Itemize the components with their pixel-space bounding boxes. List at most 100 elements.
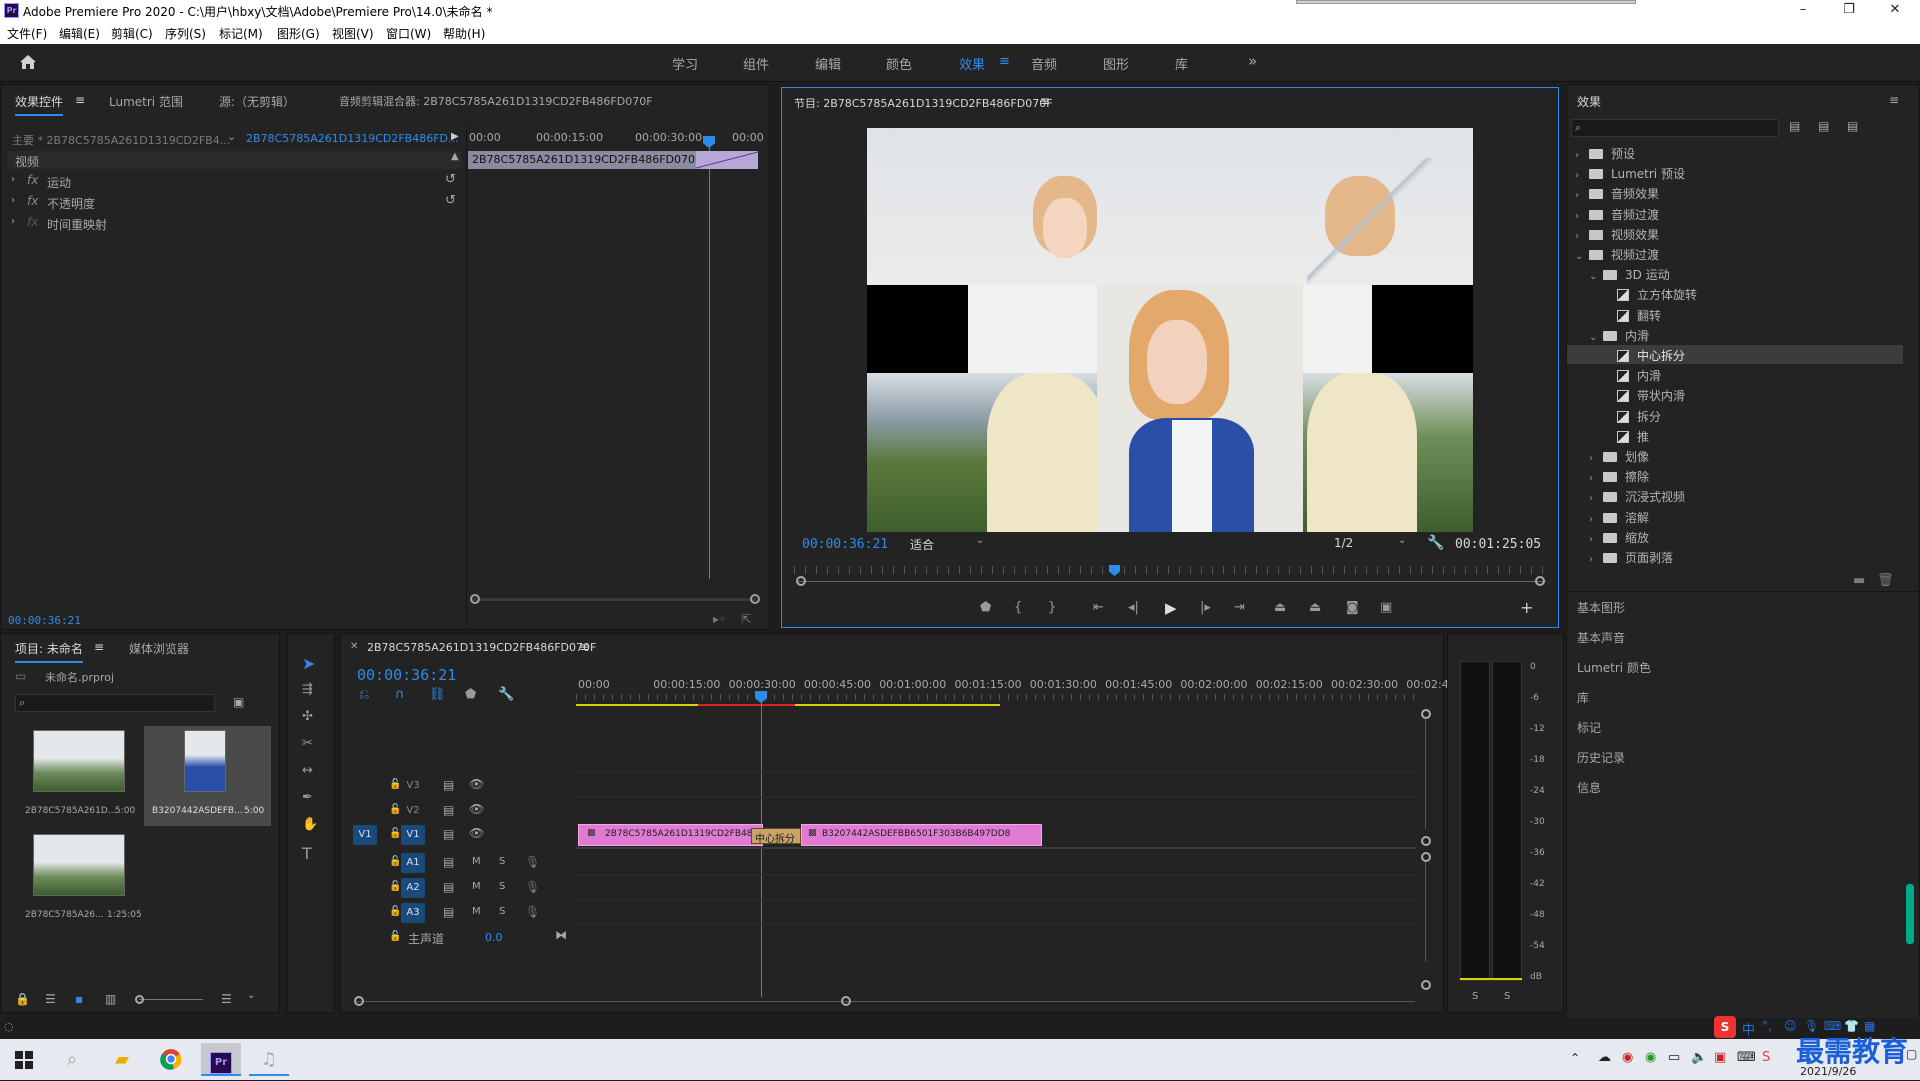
camera-icon[interactable]: ◙ (1346, 600, 1359, 615)
chevron-right-icon[interactable]: › (1589, 493, 1603, 504)
workspace-menu-icon[interactable]: ≡ (999, 54, 1010, 69)
chevron-right-icon[interactable]: › (1575, 170, 1589, 181)
program-menu-icon[interactable]: ≡ (1040, 94, 1050, 108)
effects-tree-item[interactable]: 立方体旋转 (1567, 284, 1903, 303)
clip-1[interactable]: ▩ 2B78C5785A261D1319CD2FB486 (578, 824, 763, 846)
file-explorer-icon[interactable]: ▰ (102, 1043, 142, 1076)
track-target-v1[interactable]: V1 (401, 825, 425, 845)
sort-icon[interactable]: ☰ (221, 992, 232, 1006)
track-target-v2[interactable]: V2 (401, 801, 425, 821)
mic-icon[interactable]: 🎙 (525, 905, 540, 919)
lock-icon[interactable]: 🔓 (389, 931, 401, 942)
transition-center-split[interactable]: 中心拆分 (751, 828, 801, 845)
effects-tree-item[interactable]: › 缩放 (1567, 527, 1903, 546)
section-libraries[interactable]: 库 (1577, 689, 1589, 706)
clip-2[interactable]: ▩ B3207442ASDEFBB6501F303B6B497DD8 (801, 824, 1042, 846)
chevron-right-icon[interactable]: › (1589, 554, 1603, 565)
lift-icon[interactable]: ⏏ (1274, 600, 1286, 615)
section-essential-sound[interactable]: 基本声音 (1577, 629, 1625, 646)
effects-tree-item[interactable]: › 沉浸式视频 (1567, 486, 1903, 505)
mute-button[interactable]: M (472, 881, 481, 892)
menu-graphics[interactable]: 图形(G) (277, 25, 320, 42)
step-forward-icon[interactable]: |▸ (1200, 600, 1211, 615)
track-select-tool-icon[interactable]: ⇶ (302, 682, 313, 697)
vscroll-handle-mid[interactable] (1421, 836, 1431, 846)
emoji-icon[interactable]: ☺ (1784, 1019, 1797, 1033)
hscroll-handle-left[interactable] (354, 996, 364, 1006)
prop-time-remap[interactable]: › fx 时间重映射 (7, 213, 462, 233)
effects-tree-item[interactable]: ⌄ 视频过渡 (1567, 244, 1903, 263)
track-target-a2[interactable]: A2 (401, 878, 425, 898)
section-history[interactable]: 历史记录 (1577, 749, 1625, 766)
effects-tree-item[interactable]: ⌄ 内滑 (1567, 325, 1903, 344)
compare-icon[interactable]: ▣ (1380, 600, 1392, 615)
effects-tree-item[interactable]: › 溶解 (1567, 507, 1903, 526)
effects-tree-item[interactable]: › 预设 (1567, 143, 1903, 162)
selection-tool-icon[interactable]: ➤ (302, 654, 315, 673)
sogou-tray-icon[interactable]: S (1762, 1050, 1770, 1065)
project-item[interactable]: 2B78C5785A26... 1:25:05 (15, 830, 143, 930)
export-icon[interactable]: ⇱ (741, 612, 751, 626)
project-item-selected[interactable]: B3207442ASDEFB... 5:00 (144, 726, 271, 826)
32bit-effects-icon[interactable]: ▤ (1818, 119, 1829, 133)
lock-icon[interactable]: 🔓 (389, 856, 401, 867)
sync-lock-icon[interactable]: ▤ (443, 827, 454, 841)
mute-button[interactable]: M (472, 856, 481, 867)
chevron-down-icon[interactable]: ⌄ (227, 130, 236, 143)
play-icon[interactable]: ▶ (1165, 599, 1177, 617)
chevron-right-icon[interactable]: › (1575, 211, 1589, 222)
home-icon[interactable] (18, 53, 38, 71)
effects-menu-icon[interactable]: ≡ (1889, 93, 1899, 107)
audio-app-icon[interactable]: ♫ (249, 1043, 289, 1076)
chrome-icon[interactable] (151, 1043, 191, 1076)
vscroll-handle-bottom[interactable] (1421, 980, 1431, 990)
menu-view[interactable]: 视图(V) (332, 25, 374, 42)
workspace-learn[interactable]: 学习 (672, 54, 698, 73)
sequence-tab[interactable]: 2B78C5785A261D1319CD2FB486FD070F (367, 641, 596, 654)
workspace-effects[interactable]: 效果 (959, 54, 985, 73)
effects-tree-item[interactable]: › 页面剥落 (1567, 547, 1903, 566)
program-timecode[interactable]: 00:00:36:21 (802, 537, 888, 552)
sync-lock-icon[interactable]: ▤ (443, 778, 454, 792)
new-bin-icon[interactable]: ▬ (1853, 573, 1865, 588)
section-lumetri-color[interactable]: Lumetri 颜色 (1577, 659, 1651, 676)
menu-file[interactable]: 文件(F) (7, 25, 47, 42)
workspace-graphics[interactable]: 图形 (1103, 54, 1129, 73)
effects-tree-item[interactable]: 拆分 (1567, 406, 1903, 425)
effects-tree-item[interactable]: 翻转 (1567, 305, 1903, 324)
program-ruler[interactable] (794, 566, 1544, 574)
restore-icon[interactable]: ❐ (1826, 0, 1872, 22)
mic-icon[interactable]: 🎙 (525, 855, 540, 869)
type-tool-icon[interactable]: T (302, 844, 312, 863)
menu-sequence[interactable]: 序列(S) (165, 25, 206, 42)
mic-icon[interactable]: 🎙 (525, 880, 540, 894)
punctuation-icon[interactable]: °, (1762, 1019, 1772, 1033)
accelerated-effects-icon[interactable]: ▤ (1789, 119, 1800, 133)
zoom-slider[interactable] (139, 999, 203, 1000)
ripple-edit-tool-icon[interactable]: ✣ (302, 709, 313, 724)
speaker-icon[interactable]: 🔈 (1691, 1050, 1707, 1065)
tray-icon[interactable]: ◉ (1645, 1050, 1656, 1065)
add-marker-icon[interactable]: ⬟ (465, 687, 476, 702)
snap-icon[interactable]: ∩ (395, 687, 405, 702)
add-marker-icon[interactable]: ⬟ (980, 600, 991, 615)
chevron-right-icon[interactable]: › (1575, 150, 1589, 161)
eye-icon[interactable]: 👁 (469, 777, 484, 791)
lock-icon[interactable]: 🔓 (389, 779, 401, 790)
track-target-a3[interactable]: A3 (401, 903, 425, 923)
close-icon[interactable]: ✕ (1872, 0, 1918, 22)
sequence-clip-label[interactable]: 2B78C5785A261D1319CD2FB486FD... (246, 132, 459, 145)
close-sequence-icon[interactable]: ✕ (350, 641, 358, 652)
tab-effect-controls[interactable]: 效果控件 (15, 93, 64, 116)
zoom-handle-left[interactable] (796, 576, 806, 586)
timeline-menu-icon[interactable]: ≡ (579, 640, 589, 654)
chevron-right-icon[interactable]: › (1589, 534, 1603, 545)
tab-effect-controls-menu-icon[interactable]: ≡ (75, 93, 85, 107)
solo-button[interactable]: S (499, 881, 505, 892)
effects-tree-item[interactable]: › 视频效果 (1567, 224, 1903, 243)
mark-in-icon[interactable]: { (1014, 600, 1022, 615)
list-view-icon[interactable]: ☰ (45, 992, 56, 1006)
program-playhead-icon[interactable] (1109, 565, 1120, 576)
tab-audio-clip-mixer[interactable]: 音频剪辑混合器: 2B78C5785A261D1319CD2FB486FD070… (339, 93, 653, 109)
wrench-icon[interactable]: 🔧 (1427, 535, 1444, 551)
